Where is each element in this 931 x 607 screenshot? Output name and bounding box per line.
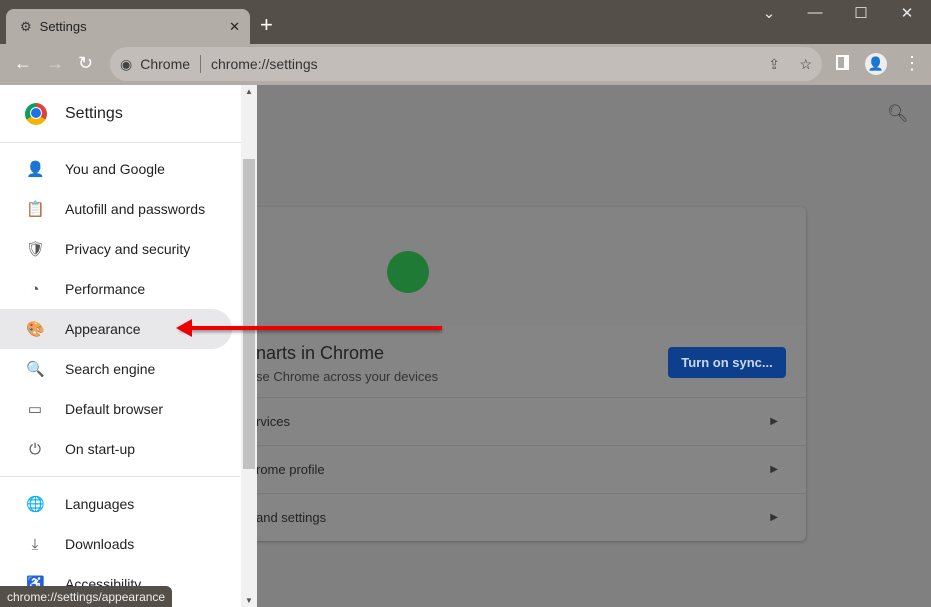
close-window-button[interactable]: ✕ xyxy=(887,4,927,22)
power-icon: ⏻ xyxy=(29,440,41,458)
site-chip: Chrome xyxy=(140,56,191,72)
toolbar: ← → ↻ ◉ Chrome chrome://settings ⇪ ☆ 👤 ⋮ xyxy=(0,44,931,85)
browser-icon: ▭ xyxy=(27,401,43,418)
sidebar-item-label: Autofill and passwords xyxy=(65,201,206,217)
sync-illustration xyxy=(250,207,806,325)
download-icon: ⤓ xyxy=(31,535,39,553)
clipboard-icon: 📋 xyxy=(26,201,45,218)
sidebar-item-performance[interactable]: ◔ Performance xyxy=(0,269,232,309)
card-title: narts in Chrome xyxy=(256,343,385,363)
row-label: rvices xyxy=(256,414,290,429)
status-bubble: chrome://settings/appearance xyxy=(0,586,173,607)
sidebar-item-label: Appearance xyxy=(65,321,141,337)
list-item[interactable]: rome profile ▶ xyxy=(250,445,806,493)
back-icon[interactable]: ← xyxy=(14,53,32,74)
turn-on-sync-button[interactable]: Turn on sync... xyxy=(668,347,786,378)
sidebar-title: Settings xyxy=(65,104,123,122)
sidebar-item-you-and-google[interactable]: 👤 You and Google xyxy=(0,149,232,189)
sidebar-item-default-browser[interactable]: ▭ Default browser xyxy=(0,389,232,429)
gauge-icon: ◔ xyxy=(30,280,40,298)
sync-card: narts in Chrome se Chrome across your de… xyxy=(250,207,806,541)
profile-avatar-icon[interactable]: 👤 xyxy=(865,53,887,75)
chrome-logo-icon xyxy=(25,102,47,125)
sidebar-item-label: Default browser xyxy=(65,401,164,417)
settings-sidebar: Settings 👤 You and Google 📋 Autofill and p… xyxy=(0,85,257,607)
sidebar-item-autofill[interactable]: 📋 Autofill and passwords xyxy=(0,189,232,229)
menu-icon[interactable]: ⋮ xyxy=(903,53,921,74)
reload-icon[interactable]: ↻ xyxy=(78,53,93,74)
chevron-right-icon: ▶ xyxy=(770,512,778,523)
scroll-up-icon[interactable]: ▲ xyxy=(245,87,253,96)
tab-strip: ⚙ Settings ✕ + ⌄ — ☐ ✕ xyxy=(0,0,931,44)
sidebar-item-label: Downloads xyxy=(65,536,135,552)
list-item[interactable]: rvices ▶ xyxy=(250,397,806,445)
address-bar[interactable]: ◉ Chrome chrome://settings ⇪ ☆ xyxy=(110,47,822,81)
search-icon: 🔍 xyxy=(26,361,45,378)
sidebar-item-label: Performance xyxy=(65,281,146,297)
chevron-right-icon: ▶ xyxy=(770,416,778,427)
annotation-arrow xyxy=(176,319,442,337)
sidebar-item-label: Search engine xyxy=(65,361,156,377)
scroll-down-icon[interactable]: ▼ xyxy=(245,596,253,605)
minimize-button[interactable]: — xyxy=(795,4,835,21)
chrome-icon: ◉ xyxy=(120,55,133,72)
sidebar-scrollbar[interactable]: ▲ ▼ xyxy=(241,85,257,607)
scrollbar-thumb[interactable] xyxy=(243,159,255,469)
url-text[interactable]: chrome://settings xyxy=(211,56,318,72)
row-label: and settings xyxy=(256,510,327,525)
sidebar-item-on-startup[interactable]: ⏻ On start-up xyxy=(0,429,232,469)
forward-icon[interactable]: → xyxy=(46,53,64,74)
sidebar-item-label: On start-up xyxy=(65,441,136,457)
search-icon[interactable]: 🔍︎ xyxy=(887,104,909,124)
sync-icon xyxy=(387,251,429,293)
sidebar-item-label: Languages xyxy=(65,496,135,512)
card-subtitle: se Chrome across your devices xyxy=(256,369,439,384)
sidebar-item-search-engine[interactable]: 🔍 Search engine xyxy=(0,349,232,389)
chevron-right-icon: ▶ xyxy=(770,464,778,475)
shield-icon: 🛡 xyxy=(26,241,46,258)
share-icon[interactable]: ⇪ xyxy=(768,56,780,73)
row-label: rome profile xyxy=(256,462,325,477)
sidebar-item-privacy[interactable]: 🛡 Privacy and security xyxy=(0,229,232,269)
sidebar-item-label: Privacy and security xyxy=(65,241,191,257)
palette-icon: 🎨 xyxy=(26,321,45,338)
tab-search-button[interactable]: ⌄ xyxy=(749,4,789,22)
maximize-button[interactable]: ☐ xyxy=(841,4,881,22)
gear-icon: ⚙ xyxy=(20,18,32,34)
side-panel-icon[interactable] xyxy=(836,55,849,70)
tab-settings[interactable]: ⚙ Settings ✕ xyxy=(6,9,250,44)
tab-title: Settings xyxy=(39,19,87,34)
sidebar-item-label: You and Google xyxy=(65,161,165,177)
sidebar-item-downloads[interactable]: ⤓ Downloads xyxy=(0,524,232,564)
star-icon[interactable]: ☆ xyxy=(799,56,812,73)
divider xyxy=(0,476,240,477)
separator xyxy=(200,55,202,73)
new-tab-button[interactable]: + xyxy=(260,12,273,38)
tab-close-icon[interactable]: ✕ xyxy=(229,19,240,35)
person-icon: 👤 xyxy=(26,161,45,178)
globe-icon: 🌐 xyxy=(26,496,45,513)
sidebar-item-languages[interactable]: 🌐 Languages xyxy=(0,484,232,524)
list-item[interactable]: and settings ▶ xyxy=(250,493,806,541)
